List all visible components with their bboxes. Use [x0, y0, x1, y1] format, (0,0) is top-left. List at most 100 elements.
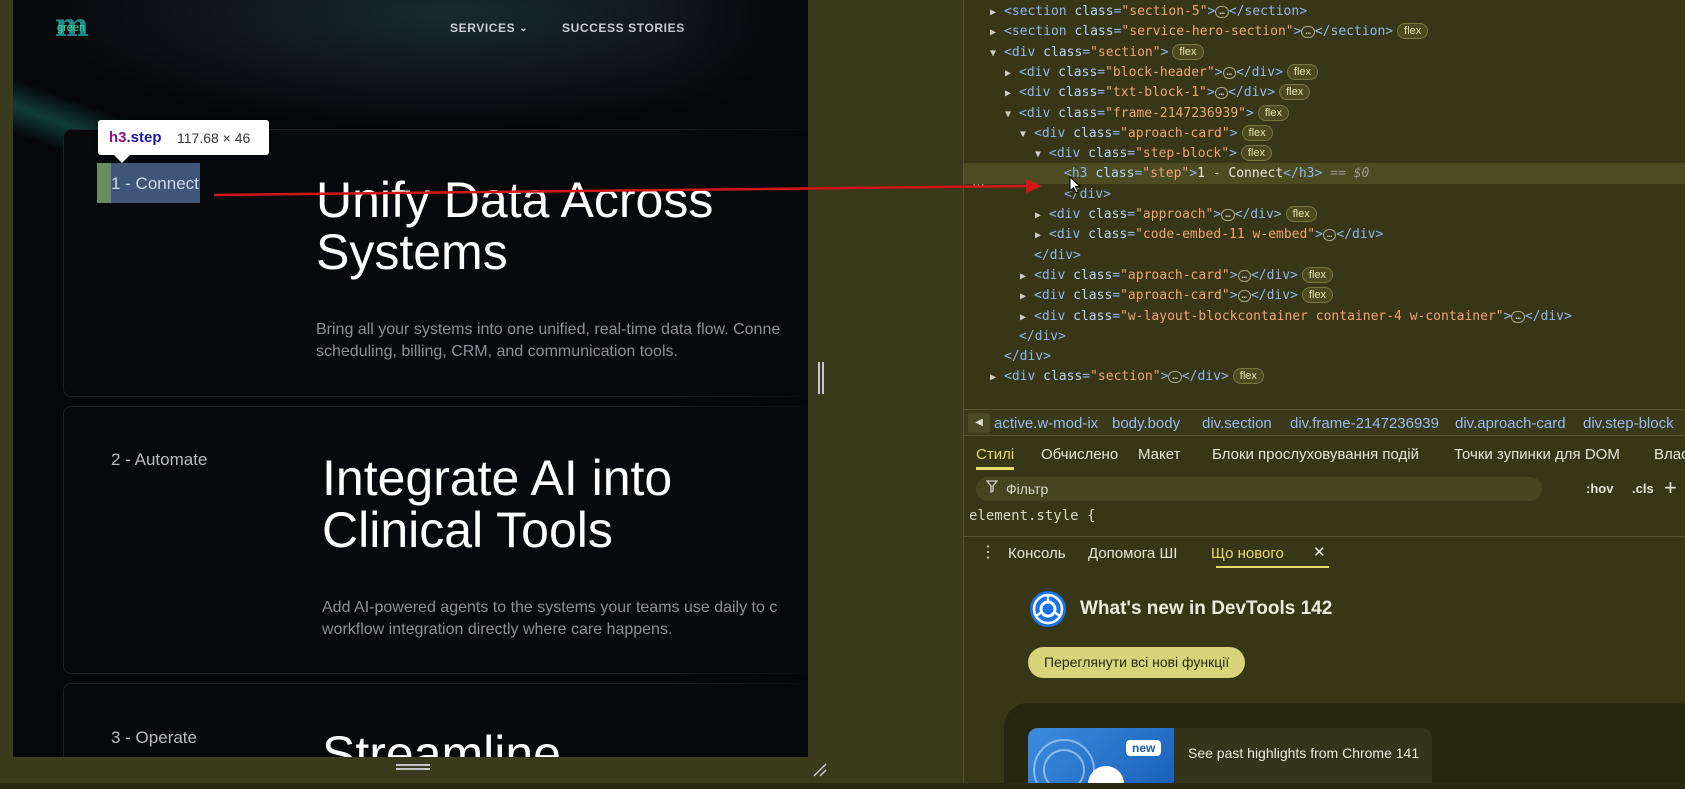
- dom-node[interactable]: </div>: [990, 346, 1051, 367]
- dom-node[interactable]: </div>: [1005, 326, 1066, 347]
- dom-node[interactable]: ▶ <div class="aproach-card">… </div> flex: [1020, 265, 1334, 287]
- tab-styles[interactable]: Стилі: [976, 446, 1014, 463]
- collapsed-content-ellipsis[interactable]: …: [1221, 209, 1235, 221]
- dom-node[interactable]: ▶ <div class="aproach-card">… </div> flex: [1020, 285, 1334, 307]
- tab-dom-breakpoints[interactable]: Точки зупинки для DOM: [1454, 446, 1620, 463]
- flex-badge[interactable]: flex: [1286, 63, 1319, 80]
- past-highlights-item[interactable]: new See past highlights from Chrome 141: [1028, 728, 1432, 789]
- website-preview: m green SERVICES ⌄ SUCCESS STORIES: [13, 0, 808, 757]
- expand-triangle-icon[interactable]: ▶: [990, 367, 1004, 388]
- dom-node[interactable]: ▶ <section class="service-hero-section">……: [990, 21, 1429, 43]
- step-label-1-highlighted[interactable]: 1 - Connect: [97, 163, 200, 203]
- collapsed-content-ellipsis[interactable]: …: [1222, 66, 1236, 79]
- new-style-rule-icon[interactable]: +: [1664, 475, 1677, 501]
- collapsed-content-ellipsis[interactable]: …: [1215, 6, 1229, 18]
- styles-filter-input[interactable]: [1006, 479, 1526, 499]
- breadcrumb-item[interactable]: div.aproach-card: [1455, 415, 1566, 432]
- closing-tag: </div>: [1250, 267, 1298, 283]
- expand-triangle-icon[interactable]: ▶: [990, 2, 1004, 23]
- inspect-tooltip: h3.step 117.68 × 46: [98, 120, 269, 163]
- tab-whats-new[interactable]: Що нового: [1211, 545, 1284, 562]
- expand-triangle-icon[interactable]: ▶: [1020, 286, 1034, 307]
- expand-triangle-icon[interactable]: ▶: [1020, 307, 1034, 328]
- opening-tag: <div class="block-header">: [1019, 64, 1223, 80]
- breadcrumb-item[interactable]: div.section: [1202, 415, 1272, 432]
- class-toggle[interactable]: .cls: [1632, 481, 1654, 496]
- elements-dom-tree[interactable]: ▶ <section class="section-5">… </section> ▶…: [964, 0, 1685, 408]
- flex-badge[interactable]: flex: [1285, 206, 1317, 222]
- viewport-resize-handle-right[interactable]: [818, 362, 826, 394]
- filter-icon: [985, 480, 999, 496]
- close-icon[interactable]: ✕: [1313, 543, 1326, 561]
- hover-state-toggle[interactable]: :hov: [1586, 481, 1613, 496]
- flex-badge[interactable]: flex: [1397, 23, 1429, 40]
- flex-badge[interactable]: flex: [1257, 104, 1289, 121]
- nav-services[interactable]: SERVICES ⌄: [450, 21, 528, 35]
- flex-badge[interactable]: flex: [1232, 368, 1264, 385]
- dom-node[interactable]: ▶ <div class="block-header">… </div> flex: [1005, 62, 1319, 84]
- card-2-title-line-1: Integrate AI into: [322, 450, 673, 506]
- collapse-triangle-icon[interactable]: ▼: [1005, 104, 1019, 125]
- expand-triangle-icon[interactable]: ▶: [1035, 225, 1049, 246]
- tab-computed[interactable]: Обчислено: [1041, 446, 1118, 463]
- flex-badge[interactable]: flex: [1279, 84, 1311, 101]
- breadcrumb-item[interactable]: active.w-mod-ix: [994, 415, 1098, 432]
- tab-layout[interactable]: Макет: [1138, 446, 1180, 463]
- collapsed-content-ellipsis[interactable]: …: [1511, 310, 1525, 323]
- breadcrumb-item[interactable]: div.frame-2147236939: [1290, 415, 1439, 432]
- breadcrumb-scroll-left-icon[interactable]: ◀: [968, 413, 990, 433]
- dom-node[interactable]: ▼ <div class="aproach-card"> flex: [1020, 123, 1273, 144]
- tab-console[interactable]: Консоль: [1008, 545, 1066, 562]
- tab-ai-assistance[interactable]: Допомога ШІ: [1088, 545, 1177, 562]
- flex-badge[interactable]: flex: [1241, 124, 1273, 141]
- see-all-features-button[interactable]: Переглянути всі нові функції: [1028, 647, 1246, 678]
- dom-breadcrumbs: ◀ active.w-mod-ix body.body div.section …: [964, 409, 1685, 436]
- collapse-triangle-icon[interactable]: ▼: [1035, 144, 1049, 165]
- closing-tag: </div>: [1235, 64, 1283, 80]
- collapse-triangle-icon[interactable]: ▼: [1020, 124, 1034, 145]
- flex-badge[interactable]: flex: [1240, 145, 1272, 162]
- dom-node[interactable]: ▶ <section class="section-5">… </section>: [990, 1, 1307, 22]
- collapsed-content-ellipsis[interactable]: …: [1301, 26, 1315, 39]
- collapse-triangle-icon[interactable]: ▼: [990, 43, 1004, 64]
- flex-badge[interactable]: flex: [1172, 43, 1204, 60]
- expand-triangle-icon[interactable]: ▶: [1005, 63, 1019, 84]
- dom-node[interactable]: </div>: [1020, 245, 1081, 266]
- dom-node[interactable]: ▶ <div class="code-embed-11 w-embed">… </d…: [1035, 224, 1383, 245]
- tab-properties[interactable]: Влас: [1654, 446, 1685, 463]
- node-actions-ellipsis[interactable]: …: [972, 175, 985, 190]
- dom-node[interactable]: ▶ <div class="approach">… </div> flex: [1035, 204, 1317, 225]
- collapsed-content-ellipsis[interactable]: …: [1322, 229, 1337, 242]
- opening-tag: <div class="section">: [1004, 44, 1169, 60]
- dom-node[interactable]: ▼ <div class="step-block"> flex: [1035, 143, 1272, 164]
- collapsed-content-ellipsis[interactable]: …: [1168, 371, 1182, 384]
- tab-event-listeners[interactable]: Блоки прослуховування подій: [1212, 446, 1419, 463]
- drawer-menu-icon[interactable]: ⋮: [980, 542, 996, 562]
- collapsed-content-ellipsis[interactable]: …: [1237, 290, 1251, 303]
- closing-tag: </div>: [1250, 288, 1298, 304]
- dom-node[interactable]: ▶ <div class="txt-block-1">… </div> flex: [1005, 82, 1311, 104]
- nav-success-stories[interactable]: SUCCESS STORIES: [562, 21, 685, 35]
- tooltip-selector: h3.step: [109, 129, 162, 146]
- dom-node[interactable]: ▼ <div class="frame-2147236939"> flex: [1005, 103, 1289, 124]
- collapsed-content-ellipsis[interactable]: …: [1237, 269, 1251, 282]
- expand-triangle-icon[interactable]: ▶: [1035, 205, 1049, 226]
- expand-triangle-icon[interactable]: ▶: [1020, 266, 1034, 287]
- breadcrumb-item-current[interactable]: div.step-block: [1583, 415, 1674, 432]
- collapsed-content-ellipsis[interactable]: …: [1214, 87, 1229, 100]
- expand-triangle-icon[interactable]: ▶: [990, 22, 1004, 43]
- card-1-body-line-1: Bring all your systems into one unified,…: [316, 321, 781, 338]
- dom-node[interactable]: ▶ <div class="section">… </div> flex: [990, 366, 1264, 387]
- dom-node[interactable]: ▼ <div class="section"> flex: [990, 42, 1204, 63]
- dom-node[interactable]: ▶ <div class="w-layout-blockcontainer con…: [1020, 306, 1572, 327]
- viewport-resize-handle-bottom[interactable]: [396, 764, 430, 774]
- viewport-resize-corner-icon[interactable]: [812, 762, 828, 778]
- site-logo[interactable]: m green: [55, 6, 101, 44]
- breadcrumb-item[interactable]: body.body: [1112, 415, 1180, 432]
- element-style-rule[interactable]: element.style {: [969, 508, 1095, 524]
- flex-badge[interactable]: flex: [1301, 266, 1334, 283]
- flex-badge[interactable]: flex: [1301, 287, 1334, 304]
- filter-box[interactable]: [976, 477, 1542, 501]
- whats-new-title: What's new in DevTools 142: [1080, 598, 1333, 619]
- expand-triangle-icon[interactable]: ▶: [1005, 83, 1019, 104]
